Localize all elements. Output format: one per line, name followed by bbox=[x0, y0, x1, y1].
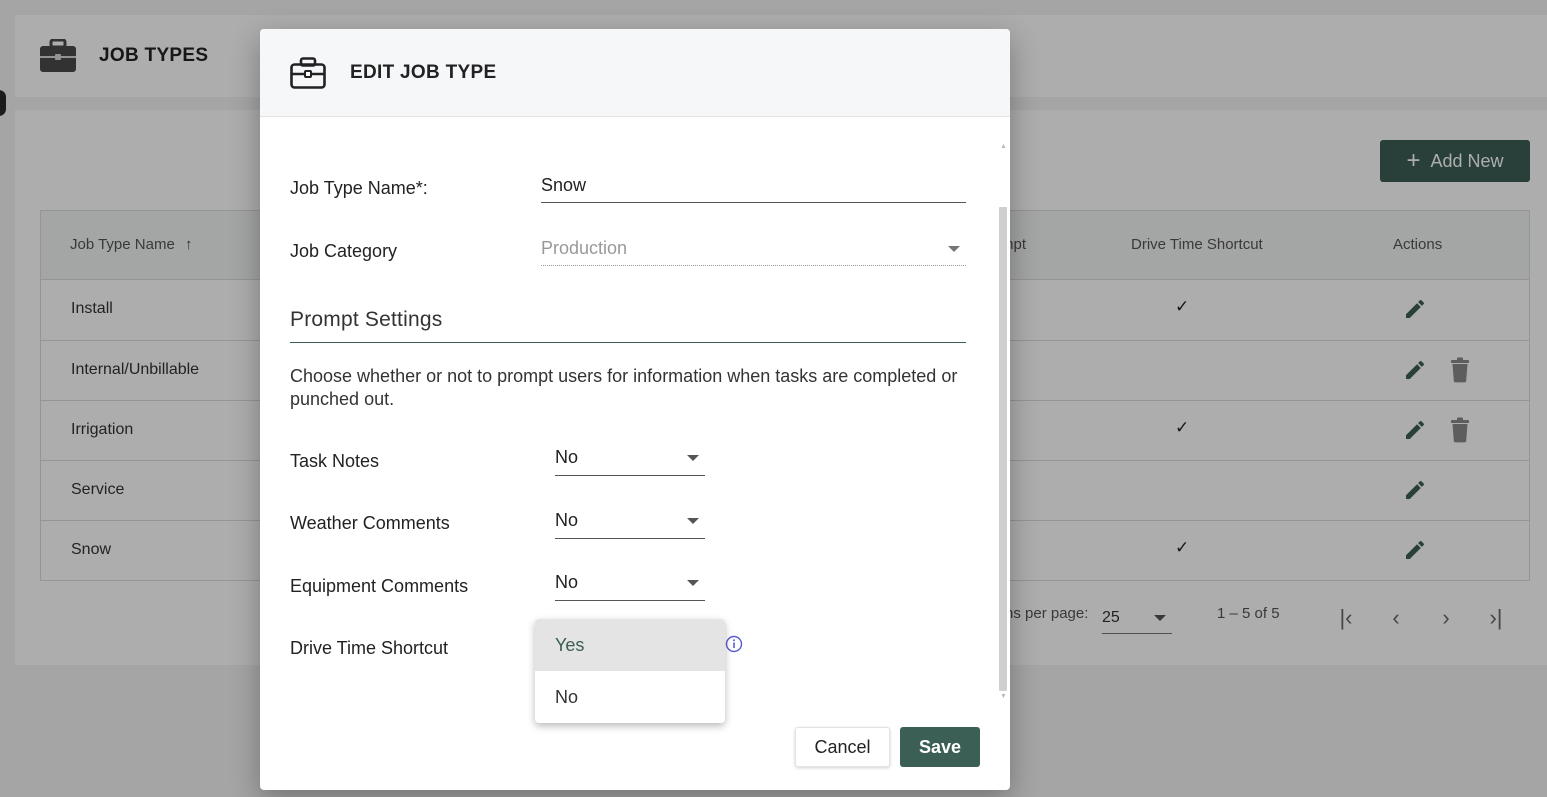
job-category-select: Production bbox=[541, 232, 966, 266]
task-notes-select[interactable]: No bbox=[555, 442, 705, 476]
task-notes-label: Task Notes bbox=[290, 451, 380, 471]
job-category-label: Job Category bbox=[290, 241, 398, 261]
scroll-down-icon[interactable]: ▼ bbox=[1000, 693, 1007, 700]
dialog-title: EDIT JOB TYPE bbox=[350, 61, 497, 83]
caret-down-icon bbox=[687, 580, 699, 586]
dropdown-option-no[interactable]: No bbox=[535, 671, 725, 723]
caret-down-icon bbox=[948, 246, 960, 252]
weather-comments-select[interactable]: No bbox=[555, 505, 705, 539]
caret-down-icon bbox=[687, 518, 699, 524]
prompt-settings-title: Prompt Settings bbox=[290, 308, 443, 331]
edit-job-type-dialog: EDIT JOB TYPE ▲ ▼ Job Type Name*: Snow J… bbox=[260, 29, 1010, 790]
job-type-name-label: Job Type Name*: bbox=[290, 178, 428, 198]
job-type-name-input[interactable]: Snow bbox=[541, 171, 966, 203]
scroll-up-icon[interactable]: ▲ bbox=[1000, 143, 1007, 150]
drive-time-shortcut-dropdown: Yes No bbox=[535, 619, 725, 723]
caret-down-icon bbox=[687, 455, 699, 461]
equipment-comments-label: Equipment Comments bbox=[290, 576, 469, 596]
drive-time-shortcut-label: Drive Time Shortcut bbox=[290, 638, 449, 658]
cancel-button[interactable]: Cancel bbox=[795, 727, 890, 767]
equipment-comments-select[interactable]: No bbox=[555, 567, 705, 601]
section-divider bbox=[290, 342, 966, 343]
dropdown-option-yes[interactable]: Yes bbox=[535, 619, 725, 671]
save-button[interactable]: Save bbox=[900, 727, 980, 767]
dialog-scrollbar[interactable] bbox=[999, 207, 1007, 691]
weather-comments-label: Weather Comments bbox=[290, 513, 450, 533]
dialog-header: EDIT JOB TYPE bbox=[260, 29, 1010, 117]
briefcase-outline-icon bbox=[290, 56, 326, 89]
prompt-settings-description: Choose whether or not to prompt users fo… bbox=[290, 366, 958, 409]
info-icon[interactable] bbox=[725, 635, 743, 653]
